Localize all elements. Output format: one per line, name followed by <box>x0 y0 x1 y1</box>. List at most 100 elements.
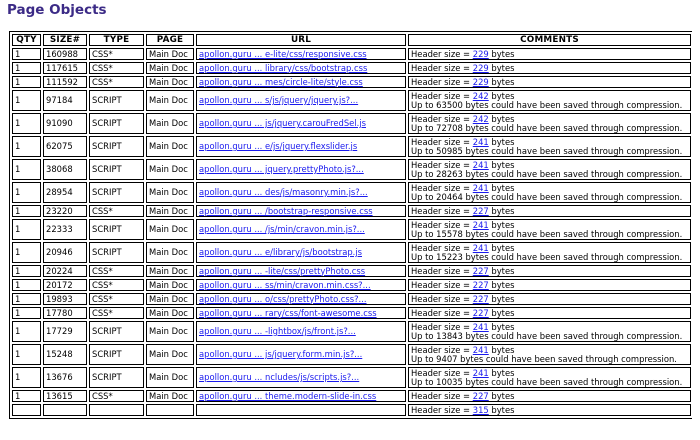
header-size-label: Header size = <box>411 307 473 318</box>
comments-cell: Header size = 241 bytes Up to 15578 bytes… <box>408 219 691 240</box>
url-link[interactable]: apollon.guru ... ss/min/cravon.min.css?.… <box>199 280 371 290</box>
size-cell <box>43 404 87 416</box>
qty-cell: 1 <box>12 205 41 217</box>
size-cell: 62075 <box>43 136 87 157</box>
header-size-label: Header size = <box>411 136 473 147</box>
url-link[interactable]: apollon.guru ... js/jquery.form.min.js?.… <box>199 349 362 359</box>
comments-cell: Header size = 242 bytes Up to 72708 bytes… <box>408 113 691 134</box>
size-cell: 22333 <box>43 219 87 240</box>
page-cell: Main Doc <box>146 307 194 319</box>
url-link[interactable]: apollon.guru ... e/js/jquery.flexslider.… <box>199 141 357 151</box>
header-size-link[interactable]: 229 <box>473 63 489 73</box>
header-size-link[interactable]: 227 <box>473 294 489 304</box>
header-size-link[interactable]: 241 <box>473 183 489 193</box>
header-size-link[interactable]: 241 <box>473 160 489 170</box>
header-size-link[interactable]: 227 <box>473 308 489 318</box>
url-link[interactable]: apollon.guru ... -lite/css/prettyPhoto.c… <box>199 266 365 276</box>
size-cell: 19893 <box>43 293 87 305</box>
header-size-text: Header size = 227 bytes <box>411 390 688 401</box>
type-cell: SCRIPT <box>89 159 144 180</box>
url-link[interactable]: apollon.guru ... /bootstrap-responsive.c… <box>199 206 373 216</box>
compression-note: Up to 72708 bytes could have been saved … <box>411 122 683 133</box>
header-size-unit: bytes <box>488 242 515 253</box>
header-size-unit: bytes <box>488 76 515 87</box>
url-cell: apollon.guru ... theme.modern-slide-in.c… <box>196 390 406 402</box>
header-size-unit: bytes <box>488 404 515 415</box>
table-row: 1 117615 CSS* Main Doc apollon.guru ... libr… <box>12 62 691 74</box>
type-cell <box>89 404 144 416</box>
header-size-label: Header size = <box>411 90 473 101</box>
table-body: 1 160988 CSS* Main Doc apollon.guru ... e-li… <box>12 48 691 416</box>
url-cell: apollon.guru ... /bootstrap-responsive.c… <box>196 205 406 217</box>
type-cell: SCRIPT <box>89 219 144 240</box>
comments-cell: Header size = 229 bytes <box>408 76 691 88</box>
url-link[interactable]: apollon.guru ... /js/min/cravon.min.js?.… <box>199 224 365 234</box>
header-size-link[interactable]: 227 <box>473 266 489 276</box>
url-link[interactable]: apollon.guru ... js/jquery.carouFredSel.… <box>199 118 366 128</box>
page-cell: Main Doc <box>146 159 194 180</box>
header-size-unit: bytes <box>488 62 515 73</box>
url-link[interactable]: apollon.guru ... rary/css/font-awesome.c… <box>199 308 377 318</box>
page-cell: Main Doc <box>146 62 194 74</box>
url-cell: apollon.guru ... o/css/prettyPhoto.css?.… <box>196 293 406 305</box>
url-link[interactable]: apollon.guru ... mes/circle-lite/style.c… <box>199 77 363 87</box>
size-cell: 13615 <box>43 390 87 402</box>
header-size-link[interactable]: 241 <box>473 322 489 332</box>
type-cell: CSS* <box>89 390 144 402</box>
qty-cell: 1 <box>12 265 41 277</box>
qty-cell: 1 <box>12 136 41 157</box>
url-cell: apollon.guru ... e/js/jquery.flexslider.… <box>196 136 406 157</box>
header-size-link[interactable]: 229 <box>473 77 489 87</box>
comments-cell: Header size = 227 bytes <box>408 293 691 305</box>
header-size-link[interactable]: 241 <box>473 345 489 355</box>
url-link[interactable]: apollon.guru ... o/css/prettyPhoto.css?.… <box>199 294 367 304</box>
header-size-link[interactable]: 241 <box>473 243 489 253</box>
header-size-link[interactable]: 242 <box>473 114 489 124</box>
comments-cell: Header size = 227 bytes <box>408 205 691 217</box>
header-size-link[interactable]: 315 <box>473 405 489 415</box>
header-size-label: Header size = <box>411 265 473 276</box>
url-link[interactable]: apollon.guru ... theme.modern-slide-in.c… <box>199 391 376 401</box>
url-link[interactable]: apollon.guru ... des/js/masonry.min.js?.… <box>199 187 368 197</box>
page-cell: Main Doc <box>146 113 194 134</box>
header-size-text: Header size = 227 bytes <box>411 280 688 290</box>
url-cell: apollon.guru ... s/js/jquery/jquery.js?.… <box>196 90 406 111</box>
comments-cell: Header size = 229 bytes <box>408 48 691 60</box>
url-link[interactable]: apollon.guru ... jquery.prettyPhoto.js?.… <box>199 164 364 174</box>
url-cell: apollon.guru ... ss/min/cravon.min.css?.… <box>196 279 406 291</box>
url-link[interactable]: apollon.guru ... -lightbox/js/front.js?.… <box>199 326 356 336</box>
column-header-comments: COMMENTS <box>408 34 691 46</box>
header-size-link[interactable]: 241 <box>473 137 489 147</box>
header-size-link[interactable]: 229 <box>473 49 489 59</box>
header-size-label: Header size = <box>411 390 473 401</box>
table-row: 1 62075 SCRIPT Main Doc apollon.guru ... e/j… <box>12 136 691 157</box>
header-size-link[interactable]: 241 <box>473 220 489 230</box>
header-size-link[interactable]: 242 <box>473 91 489 101</box>
type-cell: SCRIPT <box>89 136 144 157</box>
header-size-label: Header size = <box>411 76 473 87</box>
url-cell: apollon.guru ... des/js/masonry.min.js?.… <box>196 182 406 203</box>
header-size-text: Header size = 227 bytes <box>411 265 688 276</box>
table-row: 1 97184 SCRIPT Main Doc apollon.guru ... s/j… <box>12 90 691 111</box>
table-row: 1 13615 CSS* Main Doc apollon.guru ... theme… <box>12 390 691 402</box>
url-link[interactable]: apollon.guru ... e-lite/css/responsive.c… <box>199 49 367 59</box>
type-cell: CSS* <box>89 62 144 74</box>
header-size-link[interactable]: 241 <box>473 368 489 378</box>
url-link[interactable]: apollon.guru ... e/library/js/bootstrap.… <box>199 247 362 257</box>
url-cell: apollon.guru ... mes/circle-lite/style.c… <box>196 76 406 88</box>
table-row: 1 160988 CSS* Main Doc apollon.guru ... e-li… <box>12 48 691 60</box>
header-size-unit: bytes <box>488 90 515 101</box>
qty-cell: 1 <box>12 48 41 60</box>
qty-cell: 1 <box>12 367 41 388</box>
header-size-unit: bytes <box>488 344 515 355</box>
header-size-unit: bytes <box>488 159 515 170</box>
header-size-link[interactable]: 227 <box>473 280 489 290</box>
url-link[interactable]: apollon.guru ... ncludes/js/scripts.js?.… <box>199 372 359 382</box>
type-cell: SCRIPT <box>89 344 144 365</box>
url-link[interactable]: apollon.guru ... s/js/jquery/jquery.js?.… <box>199 95 358 105</box>
qty-cell: 1 <box>12 76 41 88</box>
url-link[interactable]: apollon.guru ... library/css/bootstrap.c… <box>199 63 367 73</box>
header-size-link[interactable]: 227 <box>473 391 489 401</box>
qty-cell: 1 <box>12 293 41 305</box>
header-size-link[interactable]: 227 <box>473 206 489 216</box>
